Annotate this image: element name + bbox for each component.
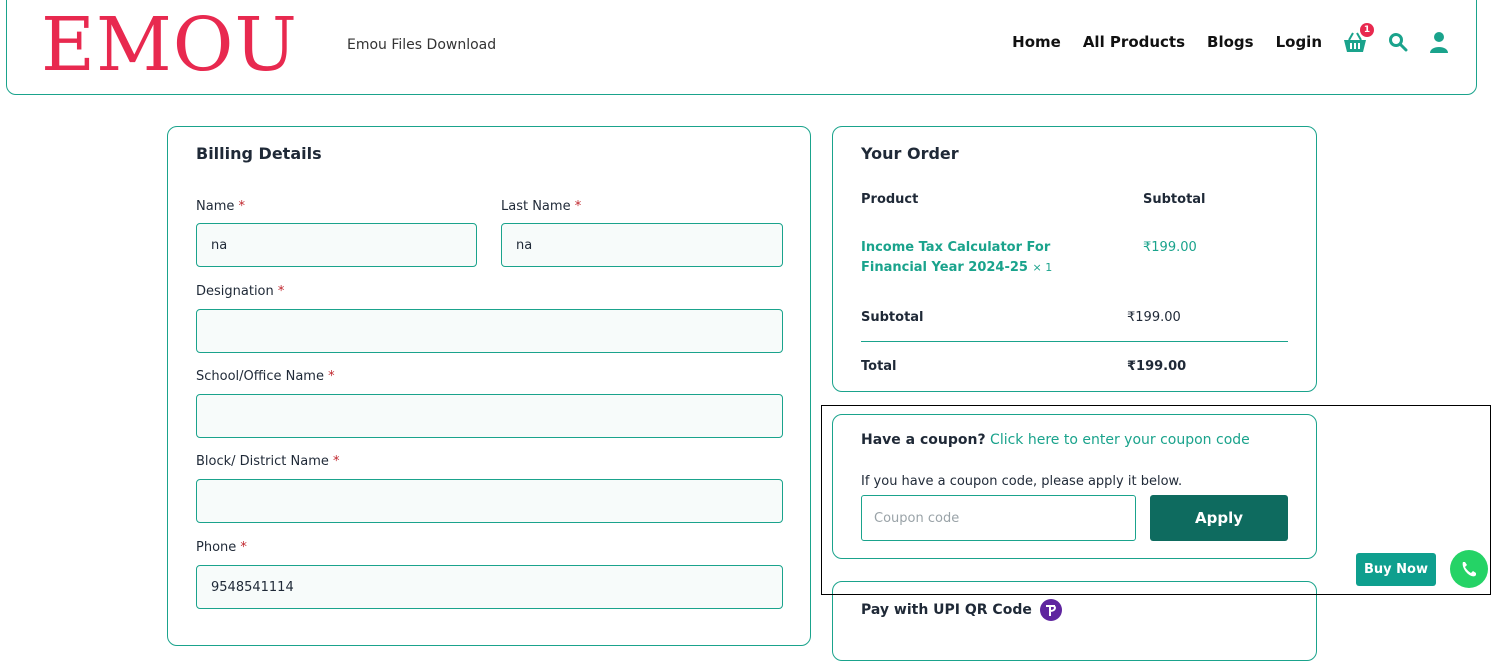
payment-title: Pay with UPI QR Code: [861, 599, 1062, 621]
block-district-label: Block/ District Name *: [196, 454, 340, 469]
coupon-hint: If you have a coupon code, please apply …: [861, 474, 1183, 489]
nav-all-products[interactable]: All Products: [1083, 33, 1185, 51]
site-header: EMOU Emou Files Download Home All Produc…: [6, 0, 1477, 95]
order-item-name[interactable]: Income Tax Calculator For Financial Year…: [861, 238, 1052, 278]
subtotal-column-header: Subtotal: [1143, 192, 1206, 207]
nav-home[interactable]: Home: [1012, 33, 1061, 51]
site-logo[interactable]: EMOU: [41, 5, 298, 85]
name-label: Name *: [196, 199, 245, 214]
designation-field[interactable]: [196, 309, 783, 353]
main-nav: Home All Products Blogs Login 1: [990, 23, 1450, 53]
coupon-code-input[interactable]: Coupon code: [861, 495, 1136, 541]
phonepe-icon: [1039, 599, 1062, 621]
total-label: Total: [861, 359, 897, 374]
site-description: Emou Files Download: [347, 37, 497, 53]
phone-label: Phone *: [196, 540, 247, 555]
block-district-field[interactable]: [196, 479, 783, 523]
phone-field[interactable]: 9548541114: [196, 565, 783, 609]
billing-title: Billing Details: [196, 144, 322, 163]
last-name-field[interactable]: na: [501, 223, 783, 267]
coupon-link[interactable]: Click here to enter your coupon code: [990, 432, 1250, 448]
designation-label: Designation *: [196, 284, 285, 299]
school-office-field[interactable]: [196, 394, 783, 438]
order-item-qty: × 1: [1032, 261, 1053, 274]
last-name-label: Last Name *: [501, 199, 582, 214]
name-field[interactable]: na: [196, 223, 477, 267]
subtotal-value: ₹199.00: [1127, 310, 1181, 325]
payment-card: Pay with UPI QR Code: [832, 581, 1317, 661]
nav-login[interactable]: Login: [1276, 33, 1322, 51]
school-office-label: School/Office Name *: [196, 369, 335, 384]
order-card: Your Order Product Subtotal Income Tax C…: [832, 126, 1317, 392]
coupon-prompt: Have a coupon? Click here to enter your …: [861, 432, 1250, 448]
nav-blogs[interactable]: Blogs: [1207, 33, 1254, 51]
order-title: Your Order: [861, 144, 959, 163]
coupon-card: Have a coupon? Click here to enter your …: [832, 414, 1317, 559]
search-icon[interactable]: [1388, 32, 1408, 52]
cart-icon[interactable]: 1: [1342, 23, 1374, 53]
product-column-header: Product: [861, 192, 919, 207]
buy-now-button[interactable]: Buy Now: [1356, 553, 1436, 586]
order-divider: [861, 341, 1288, 342]
billing-details-card: Billing Details Name * na Last Name * na…: [167, 126, 811, 646]
whatsapp-icon[interactable]: [1449, 549, 1489, 589]
subtotal-label: Subtotal: [861, 310, 924, 325]
cart-count-badge: 1: [1360, 23, 1374, 37]
order-item-price: ₹199.00: [1143, 240, 1197, 255]
user-icon[interactable]: [1428, 31, 1450, 53]
apply-coupon-button[interactable]: Apply: [1150, 495, 1288, 541]
total-value: ₹199.00: [1127, 359, 1187, 374]
